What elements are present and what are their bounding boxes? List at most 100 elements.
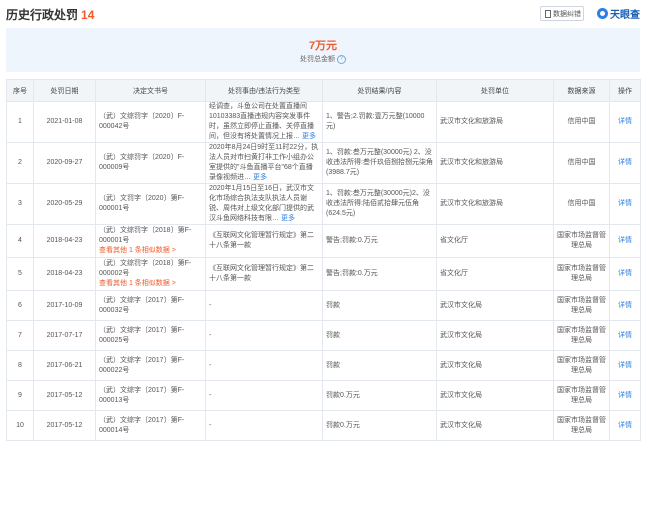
table-row: 9 2017-05-12 （武）文综字〔2017〕第F-000013号 - 罚款0.万元… bbox=[6, 380, 641, 411]
column-header-result: 处罚结果/内容 bbox=[322, 79, 437, 102]
more-link[interactable]: 更多 bbox=[281, 215, 295, 222]
cell-index: 2 bbox=[6, 142, 34, 184]
brand-logo: 天眼查 bbox=[597, 6, 640, 21]
cell-index: 5 bbox=[6, 257, 34, 291]
cell-docno: （武）文综字〔2017〕第F-000022号 bbox=[95, 350, 206, 381]
more-link[interactable]: 更多 bbox=[253, 174, 267, 181]
cell-index: 8 bbox=[6, 350, 34, 381]
column-header-unit: 处罚单位 bbox=[436, 79, 554, 102]
total-amount: 7万元 bbox=[308, 40, 338, 52]
section-title: 历史行政处罚 14 bbox=[6, 6, 94, 23]
cell-reason: - bbox=[205, 320, 323, 351]
cell-source: 信用中国 bbox=[553, 142, 610, 184]
cell-unit: 省文化厅 bbox=[436, 257, 554, 291]
detail-link[interactable]: 详情 bbox=[618, 270, 632, 277]
reason-text: - bbox=[209, 331, 212, 339]
reason-text: - bbox=[209, 421, 212, 429]
cell-docno: （武）文综罚字〔2018〕第F-000002号 查看其他 1 条相似数据 > bbox=[95, 257, 206, 291]
cell-reason: 《互联网文化管理暂行规定》第二十八条第一款 bbox=[205, 224, 323, 258]
docno-text: （武）文综字〔2017〕第F-000014号 bbox=[99, 416, 185, 434]
cell-reason: 《互联网文化管理暂行规定》第二十八条第一款 bbox=[205, 257, 323, 291]
docno-text: （武）文综字〔2017〕第F-000032号 bbox=[99, 296, 185, 314]
column-header-source: 数据来源 bbox=[553, 79, 610, 102]
detail-link[interactable]: 详情 bbox=[618, 422, 632, 429]
cell-action: 详情 bbox=[609, 320, 641, 351]
cell-action: 详情 bbox=[609, 142, 641, 184]
cell-reason: - bbox=[205, 290, 323, 321]
cell-date: 2018-04-23 bbox=[33, 257, 96, 291]
detail-link[interactable]: 详情 bbox=[618, 237, 632, 244]
cell-date: 2021-01-08 bbox=[33, 101, 96, 143]
table-row: 5 2018-04-23 （武）文综罚字〔2018〕第F-000002号 查看其他 1… bbox=[6, 257, 641, 291]
detail-link[interactable]: 详情 bbox=[618, 362, 632, 369]
detail-link[interactable]: 详情 bbox=[618, 200, 632, 207]
cell-action: 详情 bbox=[609, 350, 641, 381]
cell-result: 1、警告;2.罚款:壹万元整(10000元) bbox=[322, 101, 437, 143]
cell-unit: 武汉市文化和旅游局 bbox=[436, 183, 554, 225]
cell-date: 2017-05-12 bbox=[33, 380, 96, 411]
penalty-summary: 7万元 处罚总金额? bbox=[6, 28, 640, 72]
docno-text: （武）文综罚字〔2020〕F-000009号 bbox=[99, 154, 185, 171]
cell-action: 详情 bbox=[609, 101, 641, 143]
column-header-reason: 处罚事由/违法行为类型 bbox=[205, 79, 323, 102]
cell-index: 7 bbox=[6, 320, 34, 351]
cell-date: 2018-04-23 bbox=[33, 224, 96, 258]
cell-reason: - bbox=[205, 350, 323, 381]
brand-name: 天眼查 bbox=[610, 10, 640, 21]
docno-text: （武）文综字〔2017〕第F-000013号 bbox=[99, 386, 185, 404]
record-count: 14 bbox=[81, 8, 95, 22]
reason-text: 经调查，斗鱼公司在处置直播间10103383直播违规内容突发事件时，虽然立即停止… bbox=[209, 103, 314, 140]
cell-source: 国家市场监督管理总局 bbox=[553, 380, 610, 411]
info-icon[interactable]: ? bbox=[337, 54, 346, 64]
cell-reason: 经调查，斗鱼公司在处置直播间10103383直播违规内容突发事件时，虽然立即停止… bbox=[205, 101, 323, 143]
table-row: 10 2017-05-12 （武）文综字〔2017〕第F-000014号 - 罚款0.万… bbox=[6, 410, 641, 441]
cell-result: 罚款 bbox=[322, 320, 437, 351]
similar-data-link[interactable]: 查看其他 1 条相似数据 > bbox=[99, 280, 176, 287]
cell-unit: 武汉市文化局 bbox=[436, 380, 554, 411]
table-row: 4 2018-04-23 （武）文综罚字〔2018〕第F-000001号 查看其他 1… bbox=[6, 224, 641, 258]
cell-date: 2017-05-12 bbox=[33, 410, 96, 441]
cell-source: 国家市场监督管理总局 bbox=[553, 410, 610, 441]
detail-link[interactable]: 详情 bbox=[618, 302, 632, 309]
detail-link[interactable]: 详情 bbox=[618, 332, 632, 339]
cell-date: 2020-05-29 bbox=[33, 183, 96, 225]
cell-index: 9 bbox=[6, 380, 34, 411]
cell-action: 详情 bbox=[609, 410, 641, 441]
more-link[interactable]: 更多 bbox=[302, 133, 316, 140]
cell-date: 2017-10-09 bbox=[33, 290, 96, 321]
cell-index: 1 bbox=[6, 101, 34, 143]
table-row: 6 2017-10-09 （武）文综字〔2017〕第F-000032号 - 罚款 武汉市文… bbox=[6, 290, 641, 321]
table-header-row: 序号 处罚日期 决定文书号 处罚事由/违法行为类型 处罚结果/内容 处罚单位 数… bbox=[6, 79, 641, 102]
table-row: 7 2017-07-17 （武）文综字〔2017〕第F-000025号 - 罚款 武汉市文… bbox=[6, 320, 641, 351]
detail-link[interactable]: 详情 bbox=[618, 392, 632, 399]
table-row: 2 2020-09-27 （武）文综罚字〔2020〕F-000009号 2020年8月… bbox=[6, 142, 641, 184]
cell-unit: 武汉市文化局 bbox=[436, 410, 554, 441]
cell-index: 4 bbox=[6, 224, 34, 258]
cell-result: 警告;罚款:0.万元 bbox=[322, 257, 437, 291]
cell-result: 1、罚款:叁万元整(30000元)2、没收违法所得:陆佰贰拾肆元伍角(624.5… bbox=[322, 183, 437, 225]
cell-result: 罚款0.万元 bbox=[322, 380, 437, 411]
cell-result: 罚款0.万元 bbox=[322, 410, 437, 441]
cell-action: 详情 bbox=[609, 183, 641, 225]
cell-date: 2017-06-21 bbox=[33, 350, 96, 381]
cell-result: 罚款 bbox=[322, 290, 437, 321]
report-error-button[interactable]: 数据纠错 bbox=[540, 6, 584, 21]
table-row: 1 2021-01-08 （武）文综罚字〔2020〕F-000042号 经调查，斗鱼公… bbox=[6, 101, 641, 143]
section-header: 历史行政处罚 14 数据纠错 天眼查 bbox=[0, 0, 650, 26]
cell-unit: 武汉市文化和旅游局 bbox=[436, 101, 554, 143]
cell-unit: 武汉市文化局 bbox=[436, 320, 554, 351]
reason-text: 《互联网文化管理暂行规定》第二十八条第一款 bbox=[209, 232, 314, 249]
cell-docno: （武）文综字〔2017〕第F-000025号 bbox=[95, 320, 206, 351]
detail-link[interactable]: 详情 bbox=[618, 159, 632, 166]
cell-docno: （武）文综罚字〔2020〕F-000009号 bbox=[95, 142, 206, 184]
detail-link[interactable]: 详情 bbox=[618, 118, 632, 125]
cell-reason: - bbox=[205, 380, 323, 411]
similar-data-link[interactable]: 查看其他 1 条相似数据 > bbox=[99, 247, 176, 254]
cell-action: 详情 bbox=[609, 290, 641, 321]
column-header-action: 操作 bbox=[609, 79, 641, 102]
cell-index: 10 bbox=[6, 410, 34, 441]
cell-source: 国家市场监督管理总局 bbox=[553, 320, 610, 351]
docno-text: （武）文综字〔2017〕第F-000022号 bbox=[99, 356, 185, 374]
reason-text: - bbox=[209, 301, 212, 309]
cell-action: 详情 bbox=[609, 224, 641, 258]
